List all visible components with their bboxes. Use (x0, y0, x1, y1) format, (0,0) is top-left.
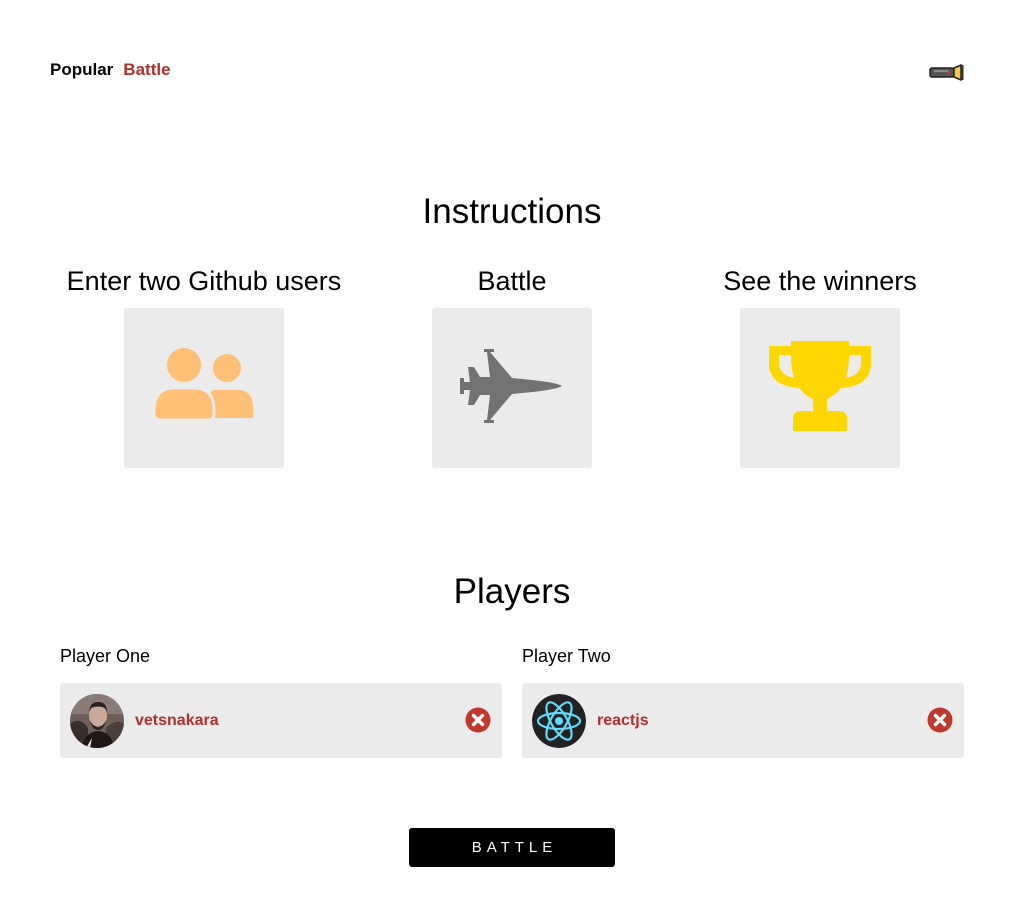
step-label: Battle (477, 266, 547, 296)
player-one-username-link[interactable]: vetsnakara (135, 712, 219, 730)
step-label: See the winners (723, 266, 917, 296)
nav-popular-link[interactable]: Popular (50, 60, 113, 80)
step-icon-box (740, 308, 900, 468)
react-logo-avatar (532, 693, 586, 748)
fighter-jet-icon (460, 348, 564, 428)
battle-button[interactable]: BATTLE (409, 828, 615, 867)
trophy-icon (769, 340, 871, 436)
step-icon-box (124, 308, 284, 468)
instruction-step-enter-users: Enter two Github users (44, 264, 364, 468)
nav-battle-link[interactable]: Battle (123, 60, 170, 80)
player-two-card: reactjs (522, 683, 964, 758)
players-title: Players (453, 572, 571, 611)
player-one-section: Player One vetsnakara (60, 644, 502, 758)
remove-player-one-button[interactable] (465, 707, 491, 733)
step-label: Enter two Github users (66, 266, 342, 296)
player-one-label: Player One (60, 646, 151, 666)
player-one-card: vetsnakara (60, 683, 502, 758)
player-two-section: Player Two reactjs (522, 644, 964, 758)
player-two-label: Player Two (522, 646, 611, 666)
main-nav: Popular Battle (50, 60, 171, 80)
remove-player-two-button[interactable] (927, 707, 953, 733)
instructions-title: Instructions (422, 192, 602, 231)
flashlight-icon[interactable] (928, 62, 966, 82)
close-icon (927, 707, 953, 733)
player-two-username-link[interactable]: reactjs (597, 712, 649, 730)
close-icon (465, 707, 491, 733)
battle-page: Popular Battle Instructions Enter two Gi… (0, 0, 1024, 907)
users-icon (152, 347, 256, 429)
instruction-step-winners: See the winners (660, 264, 980, 468)
user-photo-avatar (70, 693, 124, 748)
step-icon-box (432, 308, 592, 468)
instruction-step-battle: Battle (352, 264, 672, 468)
